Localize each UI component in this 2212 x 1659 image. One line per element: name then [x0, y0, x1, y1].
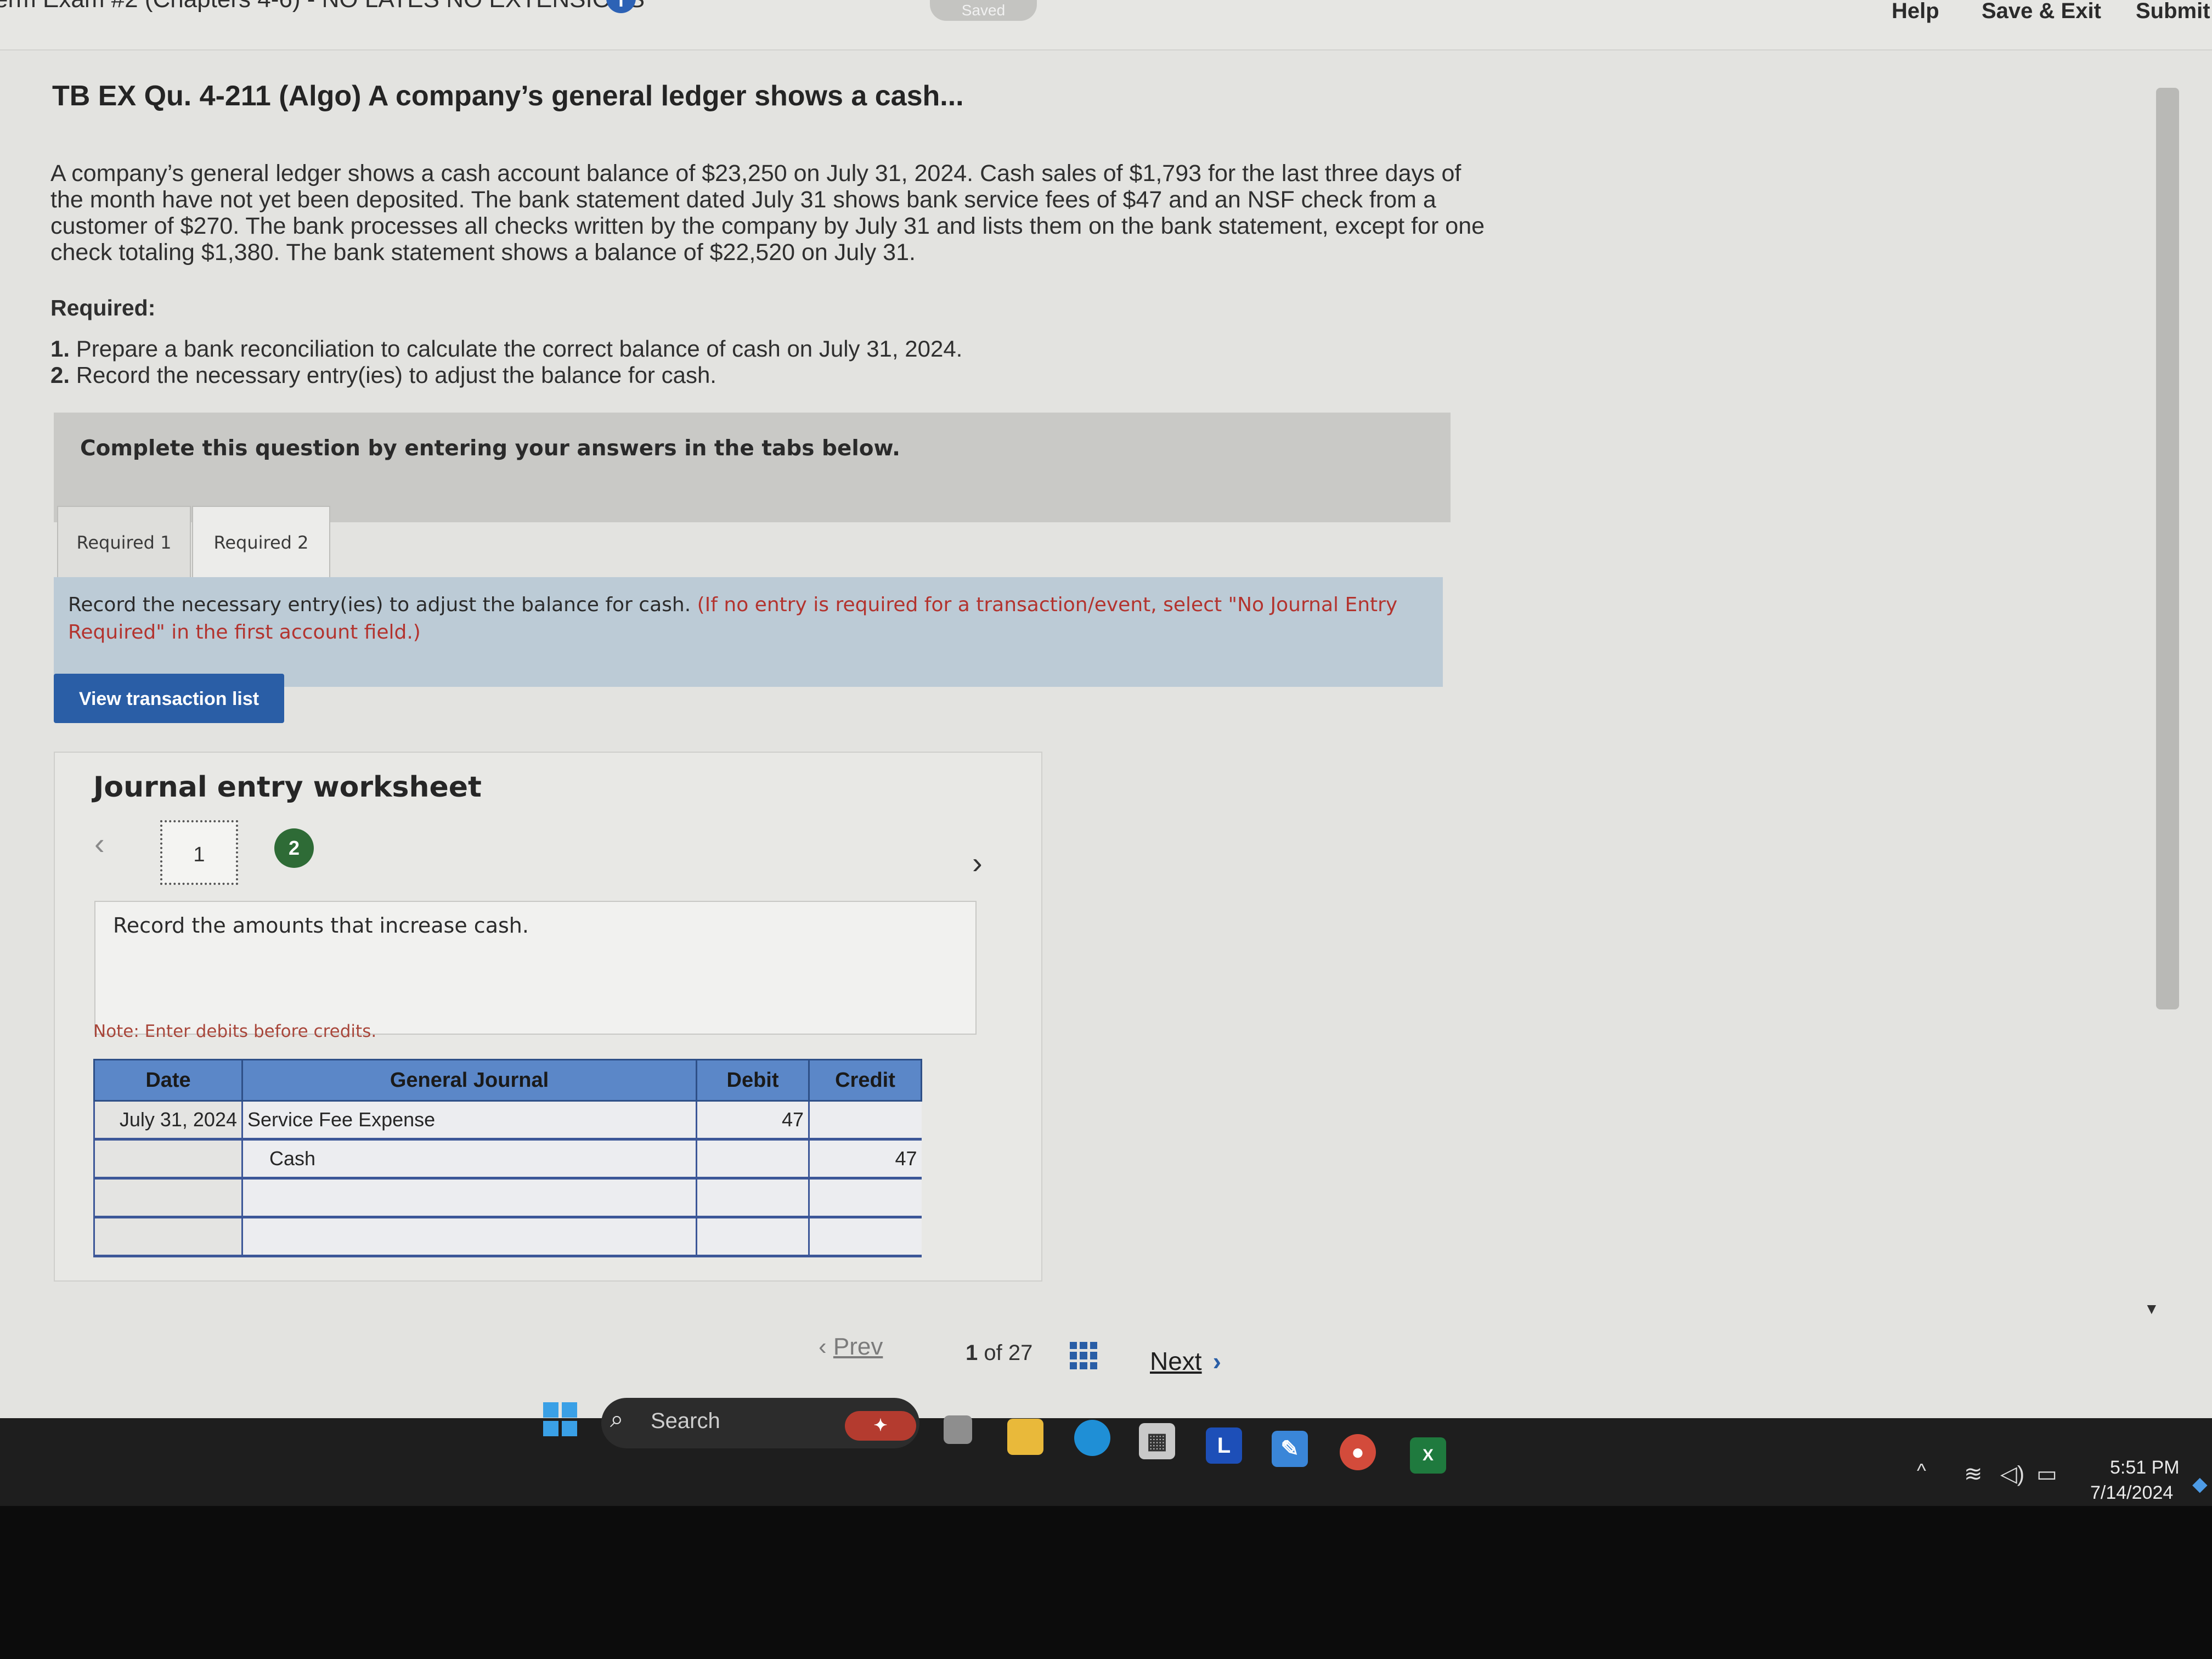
exam-title: erm Exam #2 (Chapters 4-6) - NO LATES NO… — [0, 0, 645, 13]
windows-start-icon[interactable] — [543, 1402, 577, 1436]
date-cell[interactable]: July 31, 2024 — [93, 1101, 242, 1141]
scroll-down-icon[interactable]: ▼ — [2144, 1300, 2159, 1318]
file-explorer-icon[interactable] — [1007, 1419, 1043, 1455]
store-icon[interactable]: ▦ — [1139, 1423, 1175, 1459]
column-header-date: Date — [93, 1059, 243, 1102]
table-row — [93, 1217, 922, 1257]
requirement-text: Prepare a bank reconciliation to calcula… — [76, 336, 963, 362]
instruction-text: Complete this question by entering your … — [80, 436, 900, 461]
requirement-2: 2. Record the necessary entry(ies) to ad… — [50, 362, 716, 388]
monitor-bezel — [0, 1506, 2212, 1659]
clock-time[interactable]: 5:51 PM — [2110, 1457, 2180, 1479]
credit-cell[interactable] — [808, 1178, 922, 1218]
table-row: July 31, 2024 Service Fee Expense 47 — [93, 1101, 922, 1141]
entry-1-button[interactable]: 1 — [160, 820, 238, 885]
excel-icon[interactable]: X — [1410, 1437, 1446, 1474]
current-page: 1 — [966, 1341, 978, 1365]
requirement-number: 1. — [50, 336, 70, 362]
a-app-icon[interactable]: ✎ — [1272, 1431, 1308, 1467]
worksheet-title: Journal entry worksheet — [93, 771, 482, 804]
search-placeholder: Search — [651, 1409, 720, 1433]
entry-description: Record the amounts that increase cash. — [113, 913, 529, 938]
account-cell[interactable] — [241, 1178, 697, 1218]
prev-label: Prev — [833, 1333, 883, 1360]
column-header-general-journal: General Journal — [241, 1059, 697, 1102]
submit-link[interactable]: Submit — [2136, 0, 2210, 24]
column-header-debit: Debit — [696, 1059, 810, 1102]
question-body: A company’s general ledger shows a cash … — [50, 160, 1485, 266]
chevron-right-icon[interactable]: › — [972, 845, 983, 881]
requirement-text: Record the necessary entry(ies) to adjus… — [76, 362, 716, 388]
account-cell[interactable]: Cash — [241, 1139, 697, 1180]
chevron-left-icon[interactable]: ‹ — [94, 826, 105, 861]
scrollbar-thumb[interactable] — [2156, 88, 2179, 1009]
saved-status-badge: Saved — [930, 0, 1037, 21]
required-heading: Required: — [50, 295, 156, 320]
credit-cell[interactable] — [808, 1101, 922, 1141]
table-row — [93, 1178, 922, 1218]
account-cell[interactable] — [241, 1217, 697, 1257]
grid-icon[interactable] — [1070, 1342, 1097, 1369]
next-label: Next — [1150, 1347, 1202, 1375]
requirement-1: 1. Prepare a bank reconciliation to calc… — [50, 336, 962, 362]
total-pages: 27 — [1008, 1341, 1033, 1365]
date-cell[interactable] — [93, 1178, 242, 1218]
tab-required-2[interactable]: Required 2 — [192, 506, 330, 579]
widget-icon[interactable]: ✦ — [845, 1411, 916, 1441]
next-question-link[interactable]: Next › — [1150, 1346, 1221, 1376]
wifi-icon[interactable]: ≋ — [1964, 1462, 1983, 1487]
l-app-icon[interactable]: L — [1206, 1427, 1242, 1464]
journal-table: Date General Journal Debit Credit July 3… — [93, 1059, 922, 1257]
account-cell[interactable]: Service Fee Expense — [241, 1101, 697, 1141]
question-title: TB EX Qu. 4-211 (Algo) A company’s gener… — [52, 80, 964, 112]
save-exit-link[interactable]: Save & Exit — [1982, 0, 2101, 24]
help-link[interactable]: Help — [1892, 0, 1939, 24]
chevron-right-icon: › — [1212, 1347, 1221, 1375]
journal-header-row: Date General Journal Debit Credit — [93, 1059, 922, 1102]
instruction-main-text: Record the necessary entry(ies) to adjus… — [68, 594, 691, 616]
battery-icon[interactable]: ▭ — [2036, 1462, 2057, 1487]
table-row: Cash 47 — [93, 1139, 922, 1180]
date-cell[interactable] — [93, 1139, 242, 1180]
credit-cell[interactable]: 47 — [808, 1139, 922, 1180]
debit-cell[interactable] — [696, 1139, 809, 1180]
credit-cell[interactable] — [808, 1217, 922, 1257]
chrome-icon[interactable]: ● — [1340, 1434, 1376, 1470]
debit-cell[interactable] — [696, 1217, 809, 1257]
debit-cell[interactable]: 47 — [696, 1101, 809, 1141]
chevron-left-icon: ‹ — [819, 1333, 833, 1360]
column-header-credit: Credit — [808, 1059, 922, 1102]
browser-viewport: erm Exam #2 (Chapters 4-6) - NO LATES NO… — [0, 0, 2212, 1418]
clock-date[interactable]: 7/14/2024 — [2090, 1482, 2173, 1504]
requirement-number: 2. — [50, 362, 70, 388]
page-indicator: 1 of 27 — [966, 1341, 1032, 1365]
volume-icon[interactable]: ◁) — [2000, 1462, 2024, 1487]
edge-browser-icon[interactable] — [1074, 1420, 1110, 1456]
note-text: Note: Enter debits before credits. — [93, 1022, 377, 1041]
of-label: of — [984, 1341, 1002, 1365]
tab-required-1[interactable]: Required 1 — [57, 506, 191, 579]
debit-cell[interactable] — [696, 1178, 809, 1218]
search-icon: ⌕ — [610, 1406, 624, 1432]
entry-2-button[interactable]: 2 — [274, 828, 314, 868]
task-view-icon[interactable] — [944, 1415, 972, 1444]
date-cell[interactable] — [93, 1217, 242, 1257]
tab-panel-instruction: Record the necessary entry(ies) to adjus… — [68, 591, 1429, 646]
view-transaction-list-button[interactable]: View transaction list — [54, 674, 284, 723]
chevron-up-icon[interactable]: ^ — [1917, 1459, 1926, 1482]
prev-question-link[interactable]: ‹ Prev — [819, 1333, 883, 1361]
notification-bell-icon[interactable]: ◆ — [2192, 1472, 2208, 1496]
